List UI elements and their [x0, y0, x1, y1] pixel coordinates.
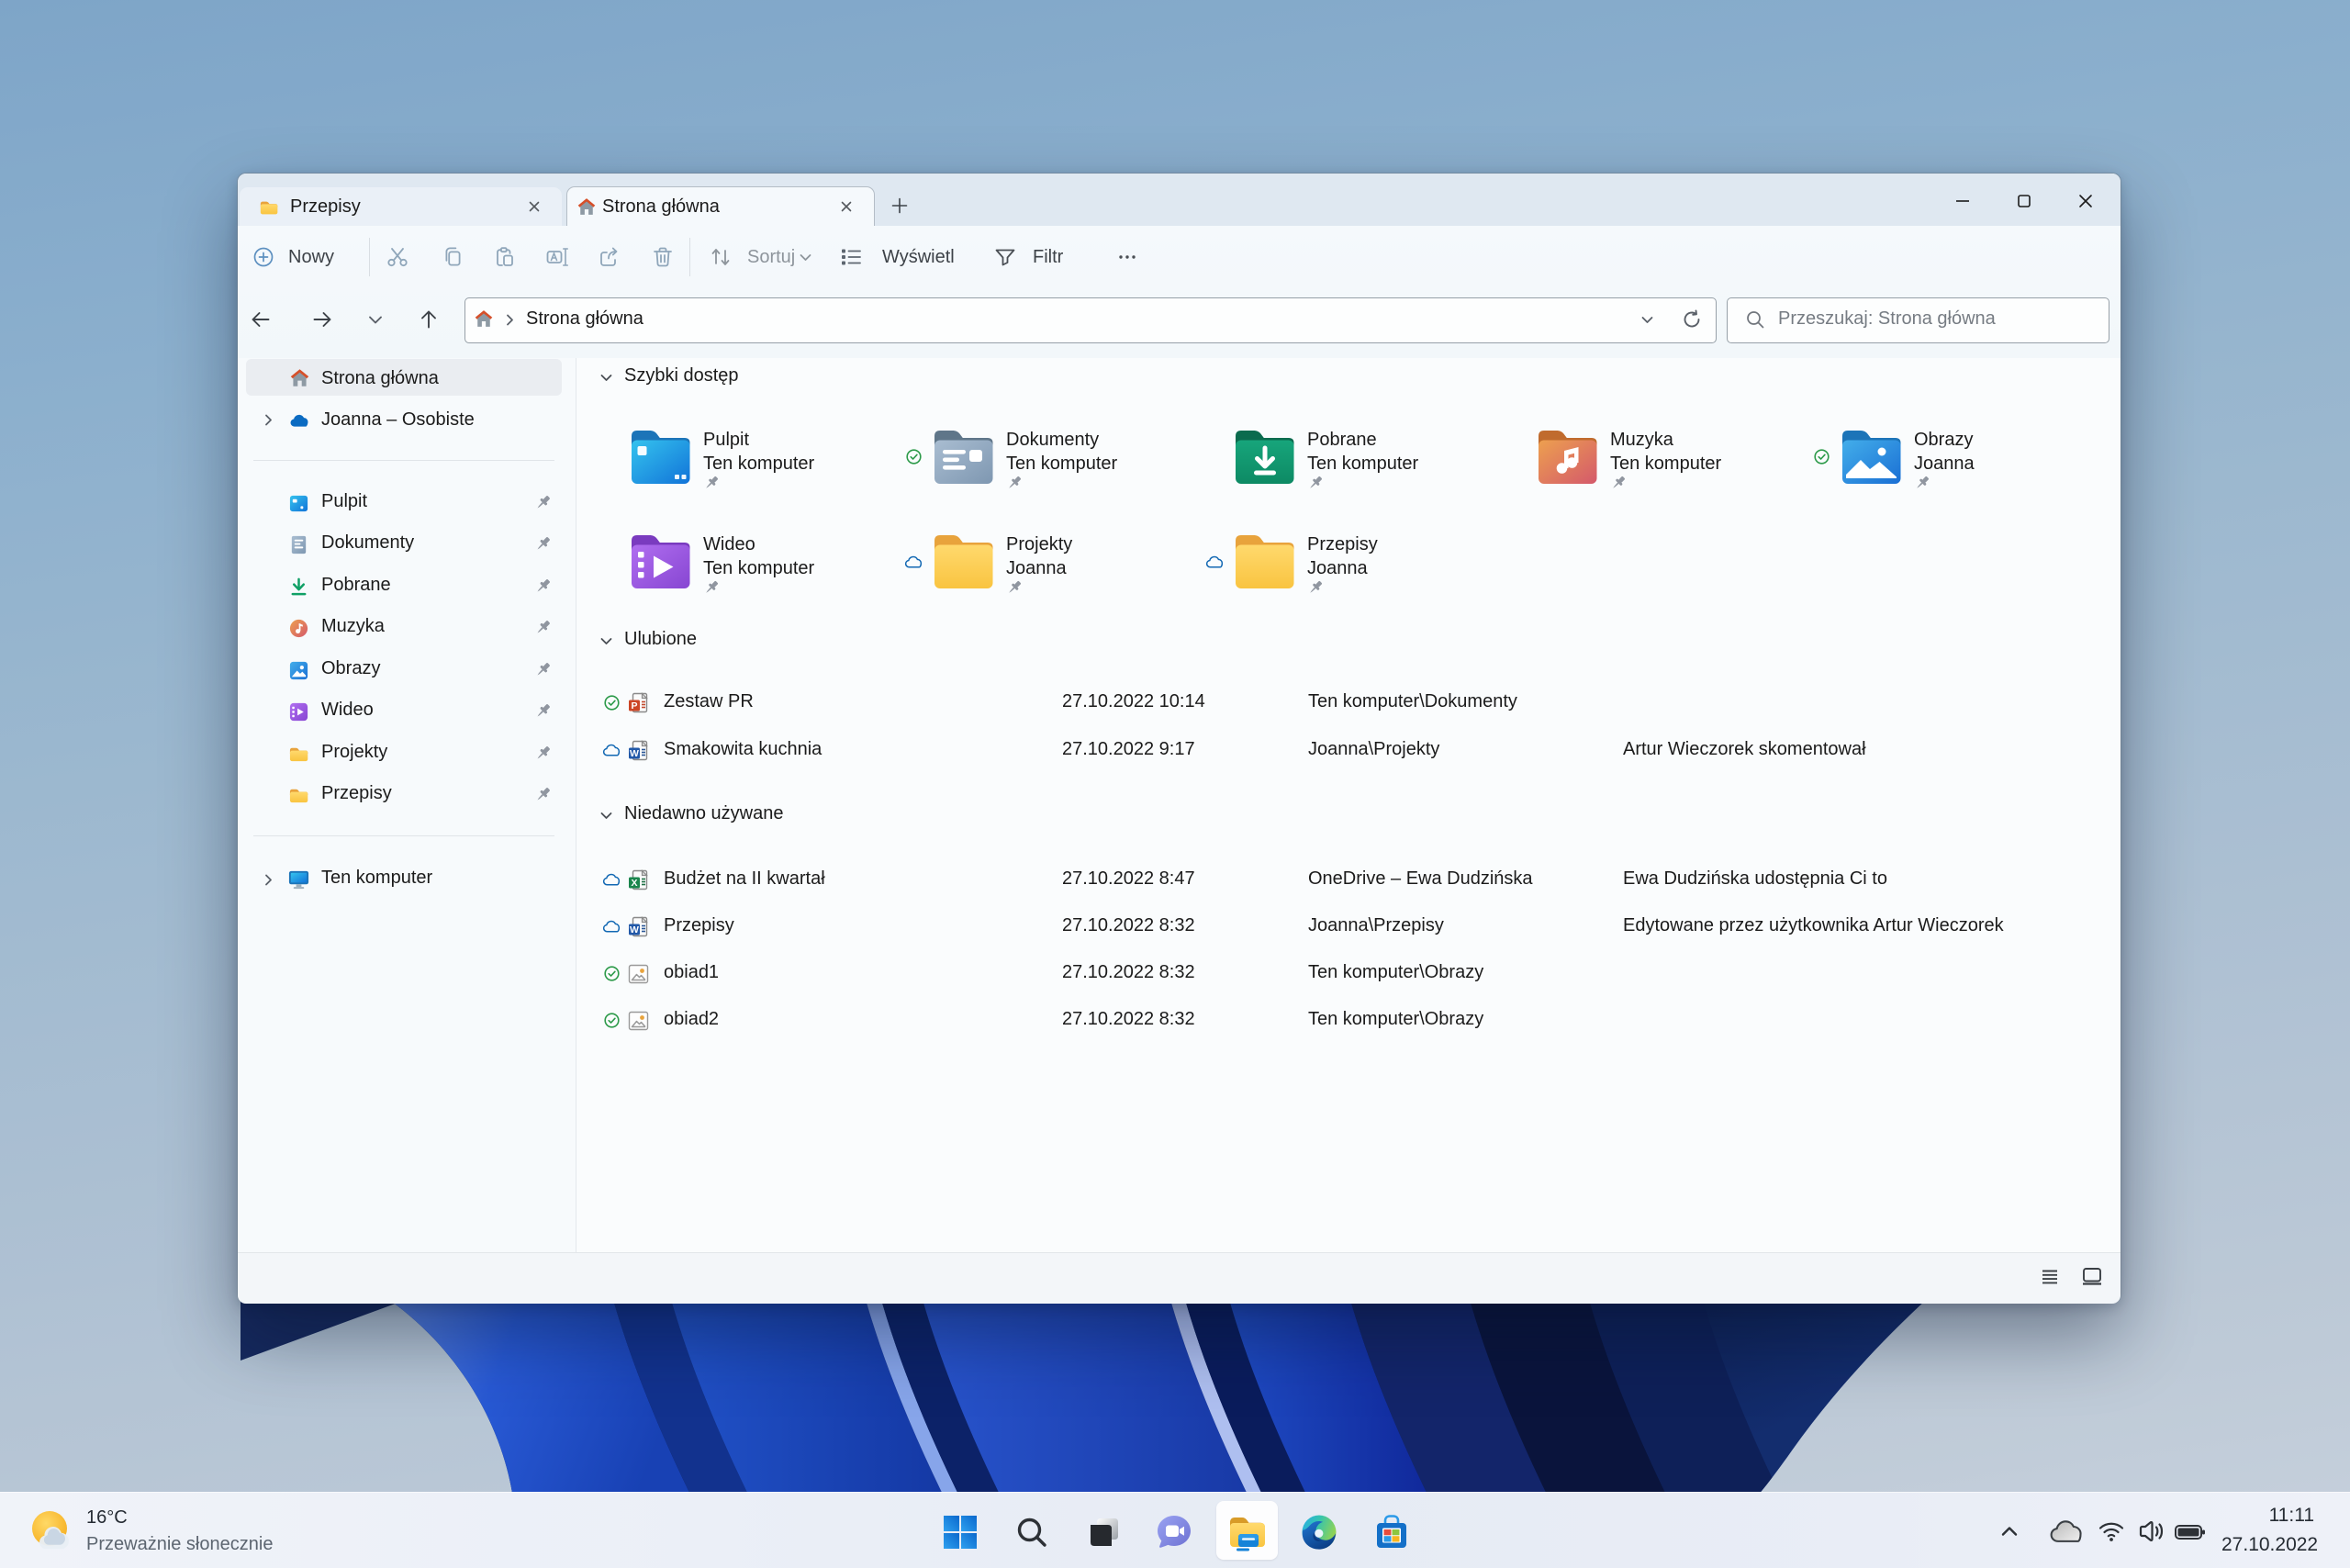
svg-text:W: W — [630, 924, 639, 935]
svg-text:X: X — [631, 878, 637, 889]
svg-text:W: W — [630, 748, 639, 759]
svg-text:P: P — [631, 700, 637, 711]
